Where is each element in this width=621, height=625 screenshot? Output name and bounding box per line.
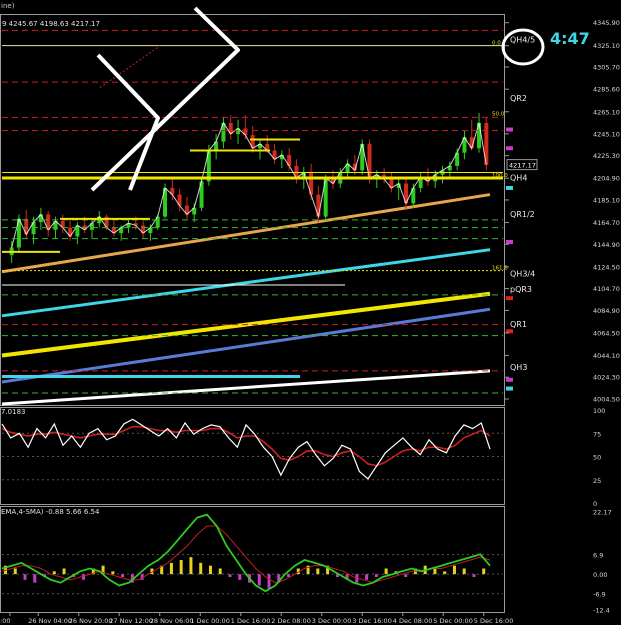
- candle-timer: 4:47: [550, 29, 590, 48]
- time-axis-label: :00: [0, 617, 10, 625]
- stoch-axis-label: 50: [593, 454, 601, 462]
- macd-histogram-bar: [257, 574, 261, 586]
- price-axis-label: 4305.70: [593, 64, 620, 72]
- macd-histogram-bar: [169, 562, 173, 575]
- price-axis-label: 4104.70: [593, 285, 620, 293]
- price-axis-label: 4265.10: [593, 108, 620, 116]
- time-axis-label: 27 Nov 12:00: [109, 617, 153, 625]
- level-marker: [506, 377, 513, 382]
- macd-histogram-bar: [121, 574, 125, 577]
- price-axis-label: 4164.70: [593, 219, 620, 227]
- time-axis-label: 26 Nov 20:00: [69, 617, 113, 625]
- level-marker: [506, 386, 513, 391]
- stoch-axis-label: 0: [593, 500, 597, 508]
- ohlc-readout: 9 4245.67 4198.63 4217.17: [2, 20, 100, 28]
- price-axis-label: 4024.30: [593, 374, 620, 382]
- price-axis-label: 4204.90: [593, 175, 620, 183]
- level-marker: [506, 185, 513, 190]
- time-axis-label: 1 Dec 00:00: [190, 617, 230, 625]
- macd-histogram-bar: [218, 568, 222, 575]
- macd-axis-label: 22.17: [593, 508, 612, 516]
- macd-histogram-bar: [452, 565, 456, 575]
- macd-histogram-bar: [189, 557, 193, 575]
- time-axis-label: 3 Dec 00:00: [312, 617, 352, 625]
- macd-histogram-bar: [267, 574, 271, 589]
- time-axis-label: 5 Dec 16:00: [474, 617, 514, 625]
- time-axis-label: 1 Dec 16:00: [231, 617, 271, 625]
- time-axis-label: 3 Dec 16:00: [352, 617, 392, 625]
- macd-histogram-bar: [238, 574, 242, 580]
- current-price-label: 4217.17: [509, 162, 536, 170]
- macd-label: EMA,4-SMA) -0.88 5.66 6.54: [1, 508, 100, 516]
- price-axis-label: 4144.90: [593, 241, 620, 249]
- pivot-level-label: QR1/2: [510, 210, 535, 219]
- pivot-level-label: QR1: [510, 320, 527, 329]
- price-axis-label: 4044.10: [593, 352, 620, 360]
- macd-histogram-bar: [404, 574, 408, 577]
- macd-histogram-bar: [111, 571, 115, 575]
- price-axis-label: 4185.10: [593, 196, 620, 204]
- pivot-level-label: QH4: [510, 174, 527, 183]
- time-axis-label: 2 Dec 08:00: [271, 617, 311, 625]
- pivot-level-label: QH4/5: [510, 36, 535, 45]
- stoch-axis-label: 100: [593, 407, 605, 415]
- macd-histogram-bar: [23, 574, 27, 580]
- price-axis-label: 4124.50: [593, 263, 620, 271]
- pivot-level-label: pQR3: [510, 285, 532, 294]
- macd-histogram-bar: [199, 562, 203, 575]
- macd-histogram-bar: [208, 565, 212, 575]
- fib-level-label: 50.0: [492, 111, 505, 117]
- level-marker: [506, 239, 513, 244]
- level-marker: [506, 296, 513, 301]
- macd-axis-label: -6.9: [593, 591, 606, 599]
- pivot-level-label: QH3/4: [510, 269, 535, 278]
- stoch-axis-label: 25: [593, 477, 601, 485]
- macd-histogram-bar: [228, 574, 232, 577]
- macd-histogram-bar: [287, 574, 291, 577]
- price-axis-label: 4064.50: [593, 329, 620, 337]
- price-axis-label: 4245.10: [593, 130, 620, 138]
- macd-histogram-bar: [374, 574, 378, 577]
- level-marker: [506, 146, 513, 151]
- pivot-level-label: QR2: [510, 94, 527, 103]
- macd-histogram-bar: [52, 571, 56, 575]
- macd-histogram-bar: [62, 568, 66, 575]
- macd-axis-label: 0.00: [593, 571, 607, 579]
- time-axis-label: 4 Dec 08:00: [393, 617, 433, 625]
- macd-histogram-bar: [365, 574, 369, 580]
- price-axis-label: 4345.90: [593, 19, 620, 27]
- fib-level-label: 0.0: [492, 41, 501, 47]
- stoch-label: 7.0183: [1, 408, 26, 416]
- macd-histogram-bar: [33, 574, 37, 583]
- price-axis-label: 4084.90: [593, 307, 620, 315]
- price-axis-label: 4325.10: [593, 42, 620, 50]
- pivot-level-label: QH3: [510, 363, 527, 372]
- price-axis-label: 4004.50: [593, 396, 620, 404]
- macd-histogram-bar: [482, 568, 486, 575]
- macd-axis-label: 6.9: [593, 552, 603, 560]
- level-marker: [506, 127, 513, 132]
- macd-histogram-bar: [316, 568, 320, 575]
- chart-background: [0, 0, 621, 625]
- stoch-axis-label: 75: [593, 430, 601, 438]
- price-axis-label: 4285.60: [593, 86, 620, 94]
- macd-histogram-bar: [443, 571, 447, 575]
- macd-histogram-bar: [472, 574, 476, 577]
- macd-histogram-bar: [82, 574, 86, 580]
- macd-axis-label: -12.4: [593, 606, 610, 614]
- price-axis-label: 4225.30: [593, 152, 620, 160]
- macd-histogram-bar: [433, 568, 437, 575]
- time-axis-label: 26 Nov 04:00: [28, 617, 72, 625]
- macd-histogram-bar: [384, 568, 388, 575]
- macd-histogram-bar: [179, 560, 183, 575]
- macd-histogram-bar: [13, 568, 17, 575]
- window-title-fragment: ine): [1, 2, 15, 10]
- macd-histogram-bar: [462, 568, 466, 575]
- time-axis-label: 5 Dec 00:00: [433, 617, 473, 625]
- time-axis-label: 28 Nov 06:00: [150, 617, 194, 625]
- chart-svg: ine) 9 4245.67 4198.63 4217.17 7.0183 EM…: [0, 0, 621, 625]
